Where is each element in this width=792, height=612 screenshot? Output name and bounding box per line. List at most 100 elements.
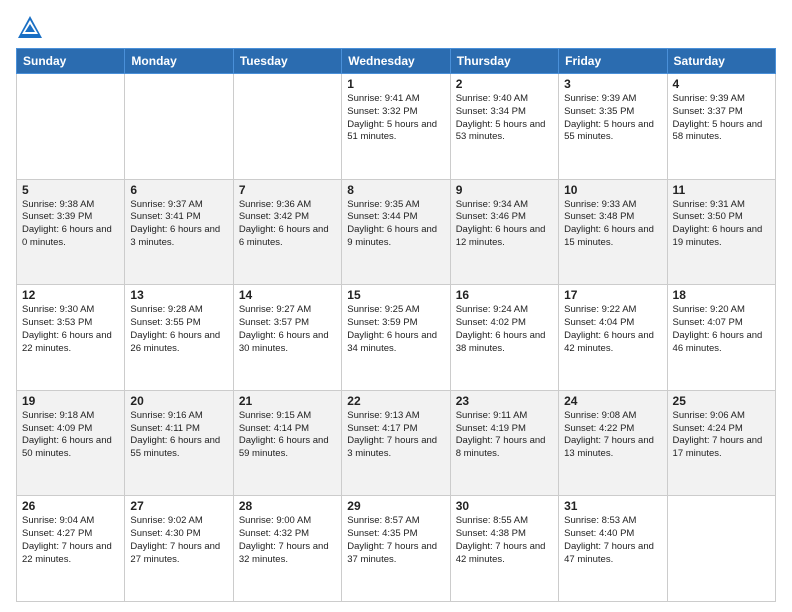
day-number: 12 [22,288,119,302]
calendar-cell: 21 Sunrise: 9:15 AM Sunset: 4:14 PM Dayli… [233,390,341,496]
calendar-cell: 24Sunrise: 9:08 AM Sunset: 4:22 PM Dayli… [559,390,667,496]
day-number: 28 [239,499,336,513]
day-number: 9 [456,183,553,197]
day-info: Sunrise: 8:57 AM Sunset: 4:35 PM Dayligh… [347,515,444,566]
calendar-cell: 8 Sunrise: 9:35 AM Sunset: 3:44 PM Daylig… [342,179,450,285]
calendar-cell: 27 Sunrise: 9:02 AM Sunset: 4:30 PM Dayli… [125,496,233,602]
day-number: 16 [456,288,553,302]
calendar-cell [125,74,233,180]
calendar-week-3: 19 Sunrise: 9:18 AM Sunset: 4:09 PM Dayli… [17,390,776,496]
day-number: 21 [239,394,336,408]
calendar-header-monday: Monday [125,49,233,74]
day-number: 19 [22,394,119,408]
day-info: Sunrise: 9:15 AM Sunset: 4:14 PM Dayligh… [239,410,336,461]
day-number: 3 [564,77,661,91]
calendar-cell: 13 Sunrise: 9:28 AM Sunset: 3:55 PM Dayli… [125,285,233,391]
day-info: Sunrise: 9:36 AM Sunset: 3:42 PM Dayligh… [239,199,336,250]
calendar-cell: 20 Sunrise: 9:16 AM Sunset: 4:11 PM Dayli… [125,390,233,496]
logo [16,14,48,42]
day-number: 22 [347,394,444,408]
day-number: 6 [130,183,227,197]
day-info: Sunrise: 9:27 AM Sunset: 3:57 PM Dayligh… [239,304,336,355]
day-info: Sunrise: 9:02 AM Sunset: 4:30 PM Dayligh… [130,515,227,566]
header [16,10,776,42]
calendar-cell: 19 Sunrise: 9:18 AM Sunset: 4:09 PM Dayli… [17,390,125,496]
calendar-cell: 22 Sunrise: 9:13 AM Sunset: 4:17 PM Dayli… [342,390,450,496]
day-info: Sunrise: 9:40 AM Sunset: 3:34 PM Dayligh… [456,93,553,144]
day-number: 4 [673,77,770,91]
day-info: Sunrise: 9:41 AM Sunset: 3:32 PM Dayligh… [347,93,444,144]
day-number: 2 [456,77,553,91]
day-info: Sunrise: 9:35 AM Sunset: 3:44 PM Dayligh… [347,199,444,250]
calendar-cell: 9 Sunrise: 9:34 AM Sunset: 3:46 PM Daylig… [450,179,558,285]
day-info: Sunrise: 9:18 AM Sunset: 4:09 PM Dayligh… [22,410,119,461]
day-info: Sunrise: 9:04 AM Sunset: 4:27 PM Dayligh… [22,515,119,566]
day-number: 5 [22,183,119,197]
day-number: 13 [130,288,227,302]
day-info: Sunrise: 9:34 AM Sunset: 3:46 PM Dayligh… [456,199,553,250]
calendar-cell: 12Sunrise: 9:30 AM Sunset: 3:53 PM Dayli… [17,285,125,391]
calendar-week-4: 26Sunrise: 9:04 AM Sunset: 4:27 PM Dayli… [17,496,776,602]
calendar-cell [667,496,775,602]
day-number: 20 [130,394,227,408]
calendar-cell: 17 Sunrise: 9:22 AM Sunset: 4:04 PM Dayli… [559,285,667,391]
day-number: 30 [456,499,553,513]
calendar-header-tuesday: Tuesday [233,49,341,74]
day-info: Sunrise: 8:55 AM Sunset: 4:38 PM Dayligh… [456,515,553,566]
day-number: 10 [564,183,661,197]
page: SundayMondayTuesdayWednesdayThursdayFrid… [0,0,792,612]
day-number: 18 [673,288,770,302]
day-info: Sunrise: 9:16 AM Sunset: 4:11 PM Dayligh… [130,410,227,461]
day-number: 27 [130,499,227,513]
day-info: Sunrise: 8:53 AM Sunset: 4:40 PM Dayligh… [564,515,661,566]
day-number: 25 [673,394,770,408]
calendar-cell: 26Sunrise: 9:04 AM Sunset: 4:27 PM Dayli… [17,496,125,602]
day-info: Sunrise: 9:31 AM Sunset: 3:50 PM Dayligh… [673,199,770,250]
calendar-cell: 3 Sunrise: 9:39 AM Sunset: 3:35 PM Daylig… [559,74,667,180]
calendar-cell: 11 Sunrise: 9:31 AM Sunset: 3:50 PM Dayli… [667,179,775,285]
day-number: 1 [347,77,444,91]
day-info: Sunrise: 9:00 AM Sunset: 4:32 PM Dayligh… [239,515,336,566]
calendar-cell: 4 Sunrise: 9:39 AM Sunset: 3:37 PM Daylig… [667,74,775,180]
day-number: 23 [456,394,553,408]
calendar-cell [233,74,341,180]
day-info: Sunrise: 9:11 AM Sunset: 4:19 PM Dayligh… [456,410,553,461]
calendar-week-1: 5 Sunrise: 9:38 AM Sunset: 3:39 PM Daylig… [17,179,776,285]
calendar-cell: 31Sunrise: 8:53 AM Sunset: 4:40 PM Dayli… [559,496,667,602]
day-info: Sunrise: 9:38 AM Sunset: 3:39 PM Dayligh… [22,199,119,250]
day-info: Sunrise: 9:39 AM Sunset: 3:35 PM Dayligh… [564,93,661,144]
day-info: Sunrise: 9:25 AM Sunset: 3:59 PM Dayligh… [347,304,444,355]
calendar-week-0: 1 Sunrise: 9:41 AM Sunset: 3:32 PM Daylig… [17,74,776,180]
day-number: 17 [564,288,661,302]
day-info: Sunrise: 9:22 AM Sunset: 4:04 PM Dayligh… [564,304,661,355]
calendar-header-friday: Friday [559,49,667,74]
calendar-header-sunday: Sunday [17,49,125,74]
day-info: Sunrise: 9:37 AM Sunset: 3:41 PM Dayligh… [130,199,227,250]
calendar-cell: 5 Sunrise: 9:38 AM Sunset: 3:39 PM Daylig… [17,179,125,285]
day-info: Sunrise: 9:06 AM Sunset: 4:24 PM Dayligh… [673,410,770,461]
logo-icon [16,14,44,42]
calendar-cell: 30 Sunrise: 8:55 AM Sunset: 4:38 PM Dayli… [450,496,558,602]
calendar-cell: 28 Sunrise: 9:00 AM Sunset: 4:32 PM Dayli… [233,496,341,602]
calendar-cell [17,74,125,180]
calendar-cell: 16 Sunrise: 9:24 AM Sunset: 4:02 PM Dayli… [450,285,558,391]
day-number: 29 [347,499,444,513]
day-info: Sunrise: 9:28 AM Sunset: 3:55 PM Dayligh… [130,304,227,355]
calendar-cell: 18Sunrise: 9:20 AM Sunset: 4:07 PM Dayli… [667,285,775,391]
calendar-cell: 2 Sunrise: 9:40 AM Sunset: 3:34 PM Daylig… [450,74,558,180]
calendar-cell: 10 Sunrise: 9:33 AM Sunset: 3:48 PM Dayli… [559,179,667,285]
day-info: Sunrise: 9:13 AM Sunset: 4:17 PM Dayligh… [347,410,444,461]
day-number: 11 [673,183,770,197]
day-number: 14 [239,288,336,302]
day-info: Sunrise: 9:33 AM Sunset: 3:48 PM Dayligh… [564,199,661,250]
calendar-cell: 6 Sunrise: 9:37 AM Sunset: 3:41 PM Daylig… [125,179,233,285]
calendar-cell: 25 Sunrise: 9:06 AM Sunset: 4:24 PM Dayli… [667,390,775,496]
calendar-week-2: 12Sunrise: 9:30 AM Sunset: 3:53 PM Dayli… [17,285,776,391]
calendar-cell: 7Sunrise: 9:36 AM Sunset: 3:42 PM Daylig… [233,179,341,285]
calendar-header-wednesday: Wednesday [342,49,450,74]
day-info: Sunrise: 9:39 AM Sunset: 3:37 PM Dayligh… [673,93,770,144]
calendar-cell: 14 Sunrise: 9:27 AM Sunset: 3:57 PM Dayli… [233,285,341,391]
day-number: 8 [347,183,444,197]
day-info: Sunrise: 9:24 AM Sunset: 4:02 PM Dayligh… [456,304,553,355]
calendar-cell: 1 Sunrise: 9:41 AM Sunset: 3:32 PM Daylig… [342,74,450,180]
